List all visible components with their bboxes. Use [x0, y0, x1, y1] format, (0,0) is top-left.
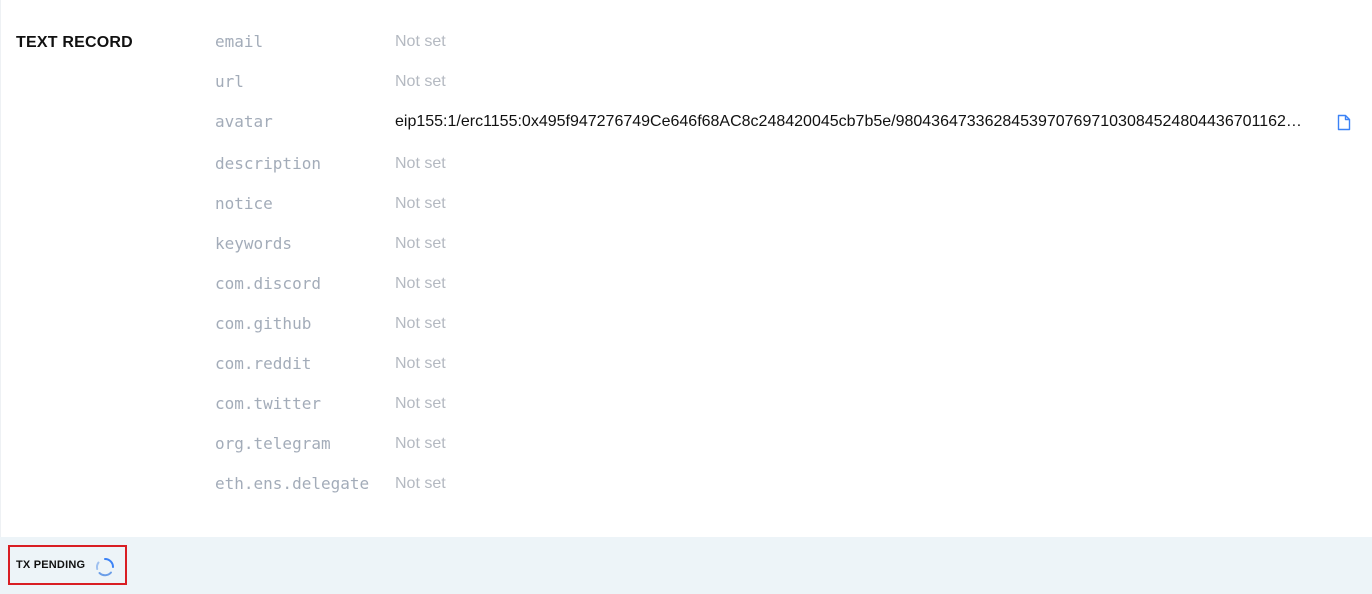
- record-value: Not set: [395, 73, 446, 90]
- record-row-avatar: avatar eip155:1/erc1155:0x495f947276749C…: [0, 110, 1372, 136]
- record-row-description: description Not set: [0, 152, 1372, 178]
- record-value: Not set: [395, 475, 446, 492]
- tx-pending-label: TX PENDING: [16, 559, 86, 571]
- transaction-status-bar: TX PENDING: [0, 537, 1372, 594]
- record-key: eth.ens.delegate: [215, 474, 370, 493]
- record-value: Not set: [395, 33, 446, 50]
- record-value: Not set: [395, 195, 446, 212]
- record-key: org.telegram: [215, 434, 331, 453]
- text-record-panel: TEXT RECORD email Not set url Not set av…: [0, 0, 1372, 594]
- record-key: url: [215, 72, 244, 91]
- record-key: avatar: [215, 112, 273, 131]
- record-row-email: email Not set: [0, 30, 1372, 56]
- record-value: Not set: [395, 315, 446, 332]
- record-key: com.discord: [215, 274, 321, 293]
- record-key: com.github: [215, 314, 312, 333]
- record-value: Not set: [395, 275, 446, 292]
- record-value[interactable]: eip155:1/erc1155:0x495f947276749Ce646f68…: [395, 113, 1333, 131]
- loading-spinner-icon: [95, 558, 114, 577]
- record-row-org-telegram: org.telegram Not set: [0, 432, 1372, 458]
- record-key: email: [215, 32, 264, 51]
- record-key: com.reddit: [215, 354, 312, 373]
- record-row-com-twitter: com.twitter Not set: [0, 392, 1372, 418]
- record-value: Not set: [395, 435, 446, 452]
- record-row-url: url Not set: [0, 70, 1372, 96]
- record-value: Not set: [395, 395, 446, 412]
- record-row-keywords: keywords Not set: [0, 232, 1372, 258]
- record-value: Not set: [395, 355, 446, 372]
- record-value: Not set: [395, 155, 446, 172]
- record-key: notice: [215, 194, 273, 213]
- record-row-com-reddit: com.reddit Not set: [0, 352, 1372, 378]
- record-row-notice: notice Not set: [0, 192, 1372, 218]
- record-row-com-discord: com.discord Not set: [0, 272, 1372, 298]
- record-key: description: [215, 154, 321, 173]
- record-value: Not set: [395, 235, 446, 252]
- copy-icon[interactable]: [1337, 114, 1351, 131]
- record-key: keywords: [215, 234, 293, 253]
- record-key: com.twitter: [215, 394, 321, 413]
- record-row-com-github: com.github Not set: [0, 312, 1372, 338]
- tx-pending-indicator: TX PENDING: [8, 545, 127, 585]
- record-row-eth-ens-delegate: eth.ens.delegate Not set: [0, 472, 1372, 498]
